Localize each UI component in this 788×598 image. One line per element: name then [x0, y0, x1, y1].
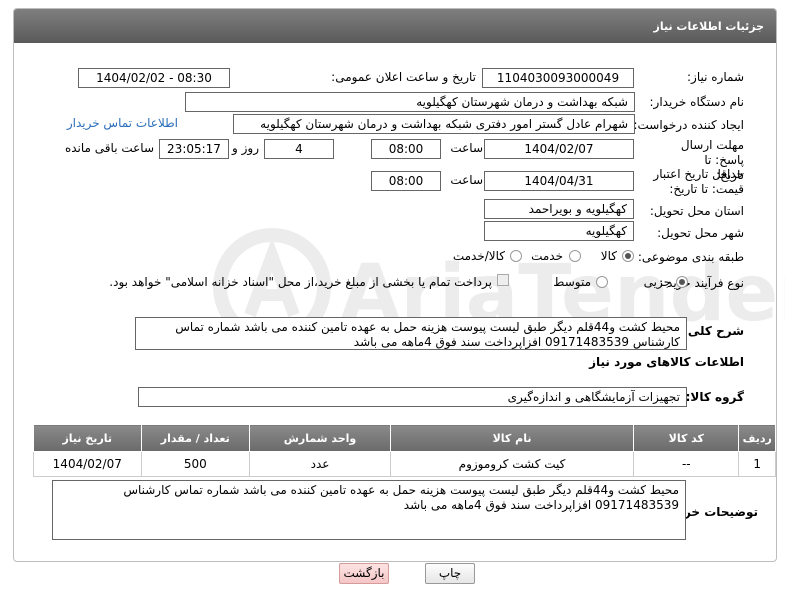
process-radio-medium[interactable] [596, 276, 608, 288]
category-option-service: خدمت [531, 249, 563, 263]
province-label: استان محل تحویل: [649, 204, 744, 218]
description-textarea[interactable]: محیط کشت و44قلم دیگر طبق لیست پیوست هزین… [135, 317, 687, 350]
category-radio-goods-service[interactable] [510, 250, 522, 262]
category-option-goods-service: کالا/خدمت [452, 249, 505, 263]
need-number-field: 1104030093000049 [482, 68, 634, 88]
page-title: جزئیات اطلاعات نیاز [14, 9, 776, 43]
buyer-notes-textarea[interactable]: محیط کشت و44قلم دیگر طبق لیست پیوست هزین… [52, 480, 686, 540]
announce-datetime-label: تاریخ و ساعت اعلان عمومی: [331, 70, 476, 84]
process-option-minor: جزیی [643, 275, 671, 289]
items-section-title: اطلاعات کالاهای مورد نیاز [589, 355, 744, 369]
category-radio-goods[interactable] [622, 250, 634, 262]
treasury-payment-checkbox[interactable] [497, 274, 509, 286]
process-type-label: نوع فرآیند خرید : [659, 276, 744, 290]
col-qty: تعداد / مقدار [140, 424, 251, 452]
buyer-org-field: شبکه بهداشت و درمان شهرستان کهگیلویه [185, 92, 635, 112]
category-radio-service[interactable] [569, 250, 581, 262]
price-validity-time-field: 08:00 [371, 171, 441, 191]
deadline-time-field: 08:00 [371, 139, 441, 159]
announce-datetime-field: 1404/02/02 - 08:30 [78, 68, 230, 88]
process-radio-minor[interactable] [676, 276, 688, 288]
col-date: تاریخ نیاز [33, 424, 142, 452]
city-field: کهگیلویه [484, 221, 634, 241]
items-table-header: ردیف کد کالا نام کالا واحد شمارش تعداد /… [33, 424, 776, 452]
deadline-time-label: ساعت [450, 141, 483, 155]
goods-group-label: گروه کالا: [685, 390, 744, 404]
buyer-org-label: نام دستگاه خریدار: [649, 95, 745, 109]
col-name: نام کالا [389, 424, 635, 452]
creator-label: ایجاد کننده درخواست: [633, 118, 744, 132]
need-number-label: شماره نیاز: [687, 70, 744, 84]
process-option-medium: متوسط [553, 275, 591, 289]
col-index: ردیف [738, 424, 776, 452]
price-validity-label: حداقل تاریخ اعتبار قیمت: تا تاریخ: [653, 167, 744, 196]
city-label: شهر محل تحویل: [657, 226, 744, 240]
row-name: کیت کشت کروموزوم [389, 451, 635, 477]
creator-field: شهرام عادل گستر امور دفتری شبکه بهداشت و… [233, 114, 635, 134]
row-unit: عدد [249, 451, 391, 477]
category-option-goods: کالا [600, 249, 617, 263]
row-qty: 500 [140, 451, 251, 477]
treasury-payment-note: پرداخت تمام یا بخشی از مبلغ خرید،از محل … [109, 275, 492, 289]
col-code: کد کالا [633, 424, 740, 452]
items-table: ردیف کد کالا نام کالا واحد شمارش تعداد /… [33, 424, 776, 477]
row-date: 1404/02/07 [33, 451, 142, 477]
province-field: کهگیلویه و بویراحمد [484, 199, 634, 219]
print-button[interactable]: چاپ [425, 563, 475, 584]
goods-group-field: تجهیزات آزمایشگاهی و اندازه‌گیری [138, 387, 687, 407]
back-button[interactable]: بازگشت [339, 563, 389, 584]
row-code: -- [633, 451, 740, 477]
category-label: طبقه بندی موضوعی: [637, 250, 744, 264]
days-label: روز و [232, 141, 259, 155]
deadline-date-field: 1404/02/07 [484, 139, 634, 159]
price-validity-date-field: 1404/04/31 [484, 171, 634, 191]
time-remaining-label: ساعت باقی مانده [64, 141, 154, 155]
buyer-contact-link[interactable]: اطلاعات تماس خریدار [67, 116, 178, 130]
time-remaining-field: 23:05:17 [159, 139, 229, 159]
days-remaining-field: 4 [264, 139, 334, 159]
row-index: 1 [738, 451, 776, 477]
table-row: 1 -- کیت کشت کروموزوم عدد 500 1404/02/07 [33, 451, 776, 477]
price-validity-time-label: ساعت [450, 173, 483, 187]
col-unit: واحد شمارش [249, 424, 391, 452]
